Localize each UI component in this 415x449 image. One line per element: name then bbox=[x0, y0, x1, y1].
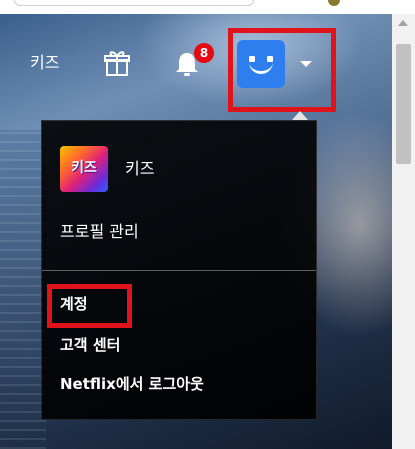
menu-divider bbox=[42, 270, 316, 271]
help-center-link[interactable]: 고객 센터 bbox=[60, 335, 120, 355]
nav-kids-link[interactable]: 키즈 bbox=[30, 52, 59, 74]
scroll-up-arrow-icon[interactable] bbox=[398, 20, 408, 26]
profile-highlight-box bbox=[228, 28, 336, 112]
dropdown-pointer-arrow bbox=[292, 111, 308, 120]
manage-profiles-link[interactable]: 프로필 관리 bbox=[60, 221, 139, 243]
notification-badge: 8 bbox=[194, 43, 214, 63]
address-bar-edge bbox=[14, 0, 254, 6]
gift-icon[interactable] bbox=[102, 48, 132, 78]
hero-building-image bbox=[0, 130, 46, 449]
browser-extension-icon bbox=[328, 0, 340, 6]
scrollbar-thumb[interactable] bbox=[396, 44, 411, 164]
page-scrollbar[interactable] bbox=[392, 14, 415, 449]
account-highlight-box bbox=[47, 284, 132, 328]
kids-profile-label[interactable]: 키즈 bbox=[125, 158, 154, 180]
sign-out-link[interactable]: Netflix에서 로그아웃 bbox=[60, 374, 204, 394]
kids-avatar-text: 키즈 bbox=[71, 160, 97, 176]
kids-profile-avatar[interactable]: 키즈 bbox=[60, 146, 108, 192]
browser-top-strip bbox=[0, 0, 415, 14]
